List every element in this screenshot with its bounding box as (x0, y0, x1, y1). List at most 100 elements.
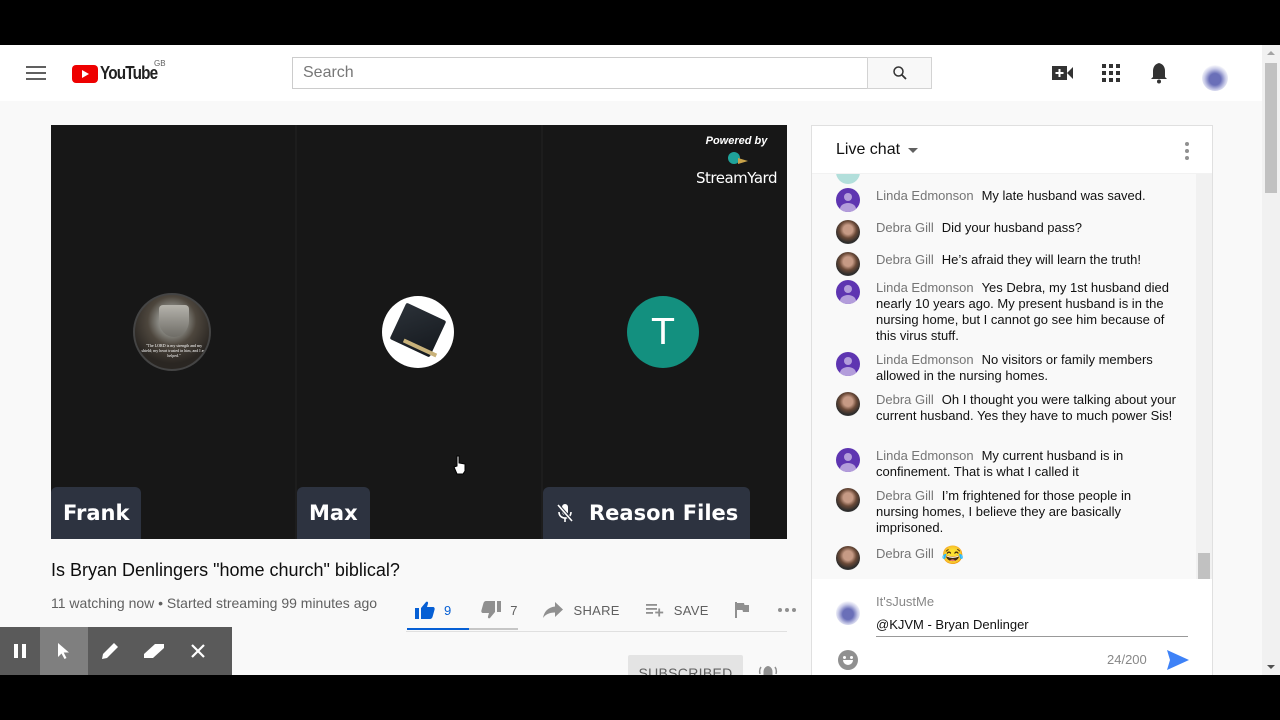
more-actions-button[interactable] (777, 607, 797, 613)
create-video-icon (1052, 66, 1073, 80)
notifications-bell-icon (1151, 63, 1167, 84)
save-button[interactable]: SAVE (645, 603, 709, 618)
character-count: 24/200 (1107, 652, 1147, 667)
participant-name-tag: Frank (51, 487, 142, 539)
message-author[interactable]: Debra Gill (876, 220, 934, 235)
author-avatar (836, 280, 860, 304)
letterbox-bottom (0, 675, 1280, 720)
chevron-down-icon (908, 147, 919, 153)
close-icon (191, 644, 205, 658)
more-horizontal-icon (777, 608, 796, 612)
chat-message: Debra Gill I’m frightened for those peopl… (836, 488, 1176, 536)
scrollbar-thumb[interactable] (1265, 63, 1277, 193)
message-author[interactable]: Debra Gill (876, 252, 934, 267)
message-author[interactable]: Linda Edmonson (876, 352, 974, 367)
streamyard-watermark: Powered by StreamYard (696, 135, 778, 187)
search-icon (892, 66, 907, 80)
participant-avatar-max (382, 296, 454, 368)
annotation-toolbar (0, 627, 232, 675)
chat-scrollbar[interactable] (1196, 174, 1212, 579)
pause-button[interactable] (0, 627, 40, 675)
emoji-picker-icon[interactable] (838, 650, 858, 670)
share-label: SHARE (573, 602, 620, 618)
video-title: Is Bryan Denlingers "home church" biblic… (51, 560, 400, 580)
author-avatar (836, 252, 860, 276)
chat-menu-button[interactable] (1184, 142, 1190, 160)
author-avatar (836, 188, 860, 212)
pause-icon (14, 644, 26, 658)
participant-tile-frank: "The LORD is my strength and my shield; … (51, 125, 295, 539)
message-author[interactable]: Linda Edmonson (876, 188, 974, 203)
logo-text: YouTube (100, 63, 158, 83)
like-ratio-fill (407, 628, 470, 630)
chat-scrollbar-thumb[interactable] (1198, 553, 1210, 579)
author-avatar (836, 392, 860, 416)
live-chat-panel: Live chat Linda Edmonson My late husband … (811, 125, 1213, 675)
author-avatar (836, 448, 860, 472)
video-meta: 11 watching now • Started streaming 99 m… (51, 595, 378, 611)
pointer-arrow-icon (58, 643, 69, 659)
chat-message: Linda Edmonson Yes Debra, my 1st husband … (836, 280, 1176, 344)
youtube-logo[interactable]: YouTube GB (72, 59, 167, 84)
subscribed-button[interactable]: SUBSCRIBED (628, 655, 743, 675)
report-button[interactable] (734, 602, 749, 618)
hand-cursor-icon (453, 455, 466, 475)
chat-message: Debra Gill He’s afraid they will learn th… (836, 252, 1176, 276)
masthead: YouTube GB (0, 45, 1262, 101)
participant-name: Max (309, 501, 358, 525)
create-video-button[interactable] (1051, 61, 1075, 85)
participant-avatar-reason-files: T (627, 296, 699, 368)
participant-name-tag: Max (297, 487, 370, 539)
streamyard-brand: StreamYard (696, 169, 778, 187)
letterbox-top (0, 0, 1280, 45)
scroll-up-arrow-icon[interactable] (1267, 51, 1275, 55)
participant-avatar-frank: "The LORD is my strength and my shield; … (133, 293, 211, 371)
author-avatar (836, 220, 860, 244)
send-icon[interactable] (1166, 649, 1190, 671)
message-text: Did your husband pass? (941, 220, 1082, 235)
my-username: It'sJustMe (876, 594, 935, 609)
chat-message-input[interactable] (876, 613, 1188, 637)
participant-tile-reason-files: T Reason Files (543, 125, 787, 539)
close-toolbar-button[interactable] (176, 627, 220, 675)
my-avatar (836, 601, 860, 625)
account-avatar[interactable] (1202, 65, 1228, 91)
notifications-button[interactable] (1147, 61, 1171, 85)
chat-message: Linda Edmonson My late husband was saved. (836, 188, 1176, 212)
like-button[interactable]: 9 (415, 601, 451, 619)
subscription-bell-icon[interactable] (758, 663, 778, 675)
video-player[interactable]: "The LORD is my strength and my shield; … (51, 125, 787, 539)
page-scrollbar[interactable] (1262, 45, 1280, 675)
share-button[interactable]: SHARE (543, 602, 619, 618)
hamburger-menu-icon[interactable] (26, 66, 46, 80)
message-author[interactable]: Debra Gill (876, 546, 934, 561)
scroll-down-arrow-icon[interactable] (1267, 665, 1275, 669)
message-author[interactable]: Debra Gill (876, 488, 934, 503)
message-author[interactable]: Debra Gill (876, 392, 934, 407)
pen-tool-button[interactable] (88, 627, 132, 675)
message-author[interactable]: Linda Edmonson (876, 448, 974, 463)
participant-name: Frank (63, 501, 130, 525)
message-author[interactable]: Linda Edmonson (876, 280, 974, 295)
thumbs-down-icon (481, 601, 502, 619)
dislike-button[interactable]: 7 (481, 601, 517, 619)
chat-title: Live chat (836, 141, 901, 158)
chat-mode-dropdown[interactable]: Live chat (836, 141, 919, 159)
powered-by-text: Powered by (705, 135, 768, 147)
pointer-tool-button[interactable] (40, 627, 88, 675)
search-input[interactable] (293, 58, 867, 88)
dislike-count: 7 (510, 602, 518, 618)
eraser-tool-button[interactable] (132, 627, 176, 675)
participant-name: Reason Files (589, 501, 739, 525)
mic-muted-icon (556, 503, 574, 523)
search-button[interactable] (867, 57, 932, 89)
author-avatar (836, 546, 860, 570)
chat-message: Debra Gill Did your husband pass? (836, 220, 1176, 244)
like-dislike-ratio-bar (407, 628, 518, 630)
eraser-icon (144, 644, 164, 658)
participant-name-tag: Reason Files (543, 487, 751, 539)
streamyard-bird-icon (726, 150, 748, 166)
share-icon (543, 602, 564, 618)
apps-button[interactable] (1099, 61, 1123, 85)
author-avatar (836, 174, 860, 184)
